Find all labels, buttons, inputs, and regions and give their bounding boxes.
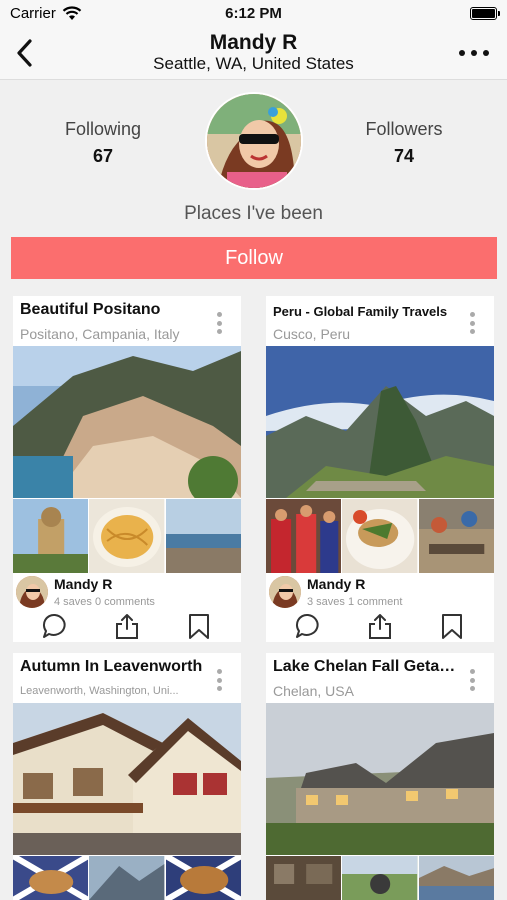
thumbnail[interactable] (13, 856, 89, 900)
card-menu-icon[interactable] (217, 312, 223, 334)
thumbnail[interactable] (165, 856, 241, 900)
thumbnail[interactable] (89, 856, 165, 900)
thumbnail[interactable] (13, 499, 89, 573)
thumbnail[interactable] (165, 499, 241, 573)
navigation-bar: Mandy R Seattle, WA, United States (0, 28, 507, 80)
follow-button[interactable]: Follow (11, 237, 497, 279)
comment-bubble-icon[interactable] (294, 612, 322, 640)
thumbnail[interactable] (266, 856, 342, 900)
trip-cover-photo[interactable] (13, 346, 241, 498)
trip-title[interactable]: Beautiful Positano (20, 301, 210, 319)
trip-actions (266, 610, 494, 640)
profile-avatar (205, 92, 303, 190)
following-count: 67 (92, 146, 114, 166)
share-icon[interactable] (113, 612, 141, 640)
trip-card[interactable]: Lake Chelan Fall Getaway Chelan, USA (266, 653, 494, 900)
status-bar: Carrier 6:12 PM (0, 0, 507, 28)
profile-name-title: Mandy R (209, 31, 298, 54)
followers-label: Followers (365, 119, 443, 139)
thumbnail[interactable] (342, 499, 418, 573)
thumbnail[interactable] (266, 499, 342, 573)
trip-cover-photo[interactable] (266, 703, 494, 855)
thumbnail[interactable] (418, 499, 494, 573)
owner-name: Mandy R (307, 576, 366, 592)
comment-bubble-icon[interactable] (41, 612, 69, 640)
trip-stats: 3 saves 1 comment (307, 596, 403, 608)
thumbnail[interactable] (418, 856, 494, 900)
trip-card[interactable]: Autumn In Leavenworth Leavenworth, Washi… (13, 653, 241, 900)
battery-icon (470, 7, 500, 20)
thumbnail[interactable] (342, 856, 418, 900)
trip-owner[interactable]: Mandy R 3 saves 1 comment (269, 576, 489, 610)
card-menu-icon[interactable] (470, 312, 476, 334)
trip-thumbnails (13, 856, 241, 900)
owner-name: Mandy R (54, 576, 113, 592)
followers-stat[interactable]: Followers 74 (329, 119, 479, 167)
clock: 6:12 PM (225, 5, 282, 22)
trip-card[interactable]: Beautiful Positano Positano, Campania, I… (13, 296, 241, 642)
trip-location: Chelan, USA (273, 683, 354, 699)
bookmark-icon[interactable] (185, 612, 213, 640)
trip-title[interactable]: Autumn In Leavenworth (20, 658, 210, 676)
profile-location-subtitle: Seattle, WA, United States (153, 54, 354, 73)
trip-actions (13, 610, 241, 640)
trip-thumbnails (13, 499, 241, 573)
ellipsis-icon[interactable] (459, 44, 489, 62)
followers-count: 74 (393, 146, 415, 166)
trip-thumbnails (266, 856, 494, 900)
trip-location: Cusco, Peru (273, 326, 351, 342)
trip-owner[interactable]: Mandy R 4 saves 0 comments (16, 576, 236, 610)
trip-card[interactable]: Peru - Global Family Travels Cusco, Peru… (266, 296, 494, 642)
share-icon[interactable] (366, 612, 394, 640)
bookmark-icon[interactable] (438, 612, 466, 640)
card-menu-icon[interactable] (217, 669, 223, 691)
following-stat[interactable]: Following 67 (28, 119, 178, 167)
owner-avatar (269, 576, 301, 608)
trip-title[interactable]: Lake Chelan Fall Getaway (273, 658, 463, 676)
trip-cover-photo[interactable] (13, 703, 241, 855)
profile-photo (207, 94, 301, 188)
card-menu-icon[interactable] (470, 669, 476, 691)
owner-avatar (16, 576, 48, 608)
places-heading: Places I've been (184, 203, 323, 224)
trip-thumbnails (266, 499, 494, 573)
trip-title[interactable]: Peru - Global Family Travels (273, 304, 463, 319)
trip-location: Leavenworth, Washington, Uni... (20, 685, 179, 697)
following-label: Following (64, 119, 142, 139)
trip-cover-photo[interactable] (266, 346, 494, 498)
trip-location: Positano, Campania, Italy (20, 326, 180, 342)
thumbnail[interactable] (89, 499, 165, 573)
trip-stats: 4 saves 0 comments (54, 596, 155, 608)
